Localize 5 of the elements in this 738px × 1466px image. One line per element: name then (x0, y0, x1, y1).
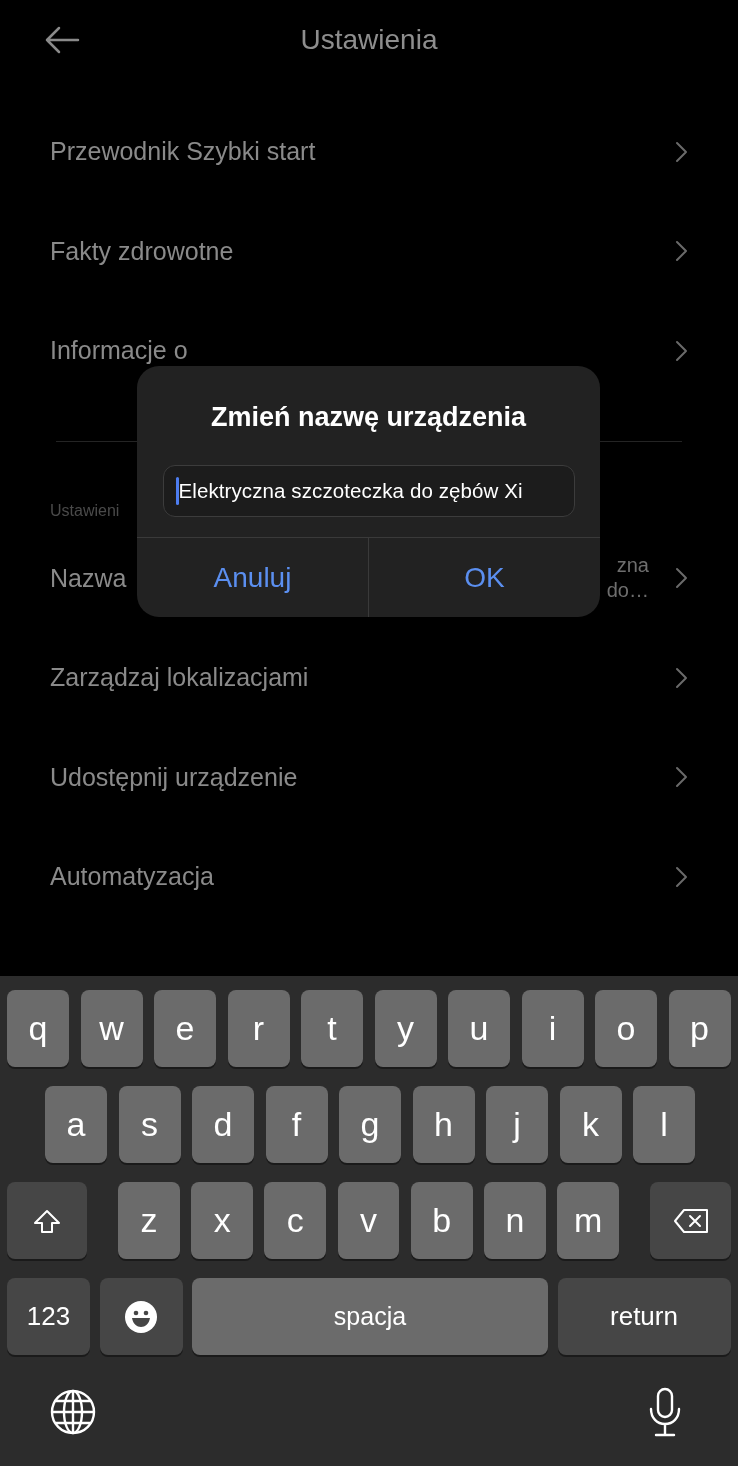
section-header: Ustawieni (50, 501, 120, 519)
dialog-title: Zmień nazwę urządzenia (210, 402, 527, 433)
row-value-text: zna (616, 553, 649, 579)
row-value-text: do… (606, 578, 649, 604)
page-title: Ustawienia (300, 24, 438, 56)
